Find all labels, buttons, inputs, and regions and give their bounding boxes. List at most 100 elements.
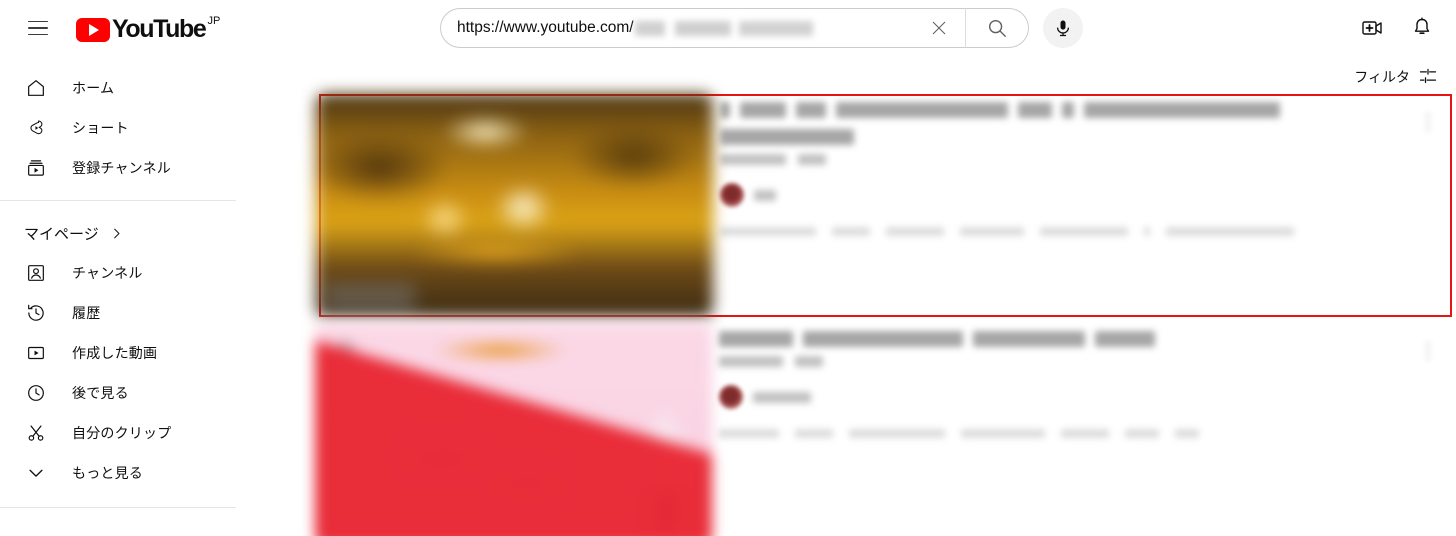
menu-dot <box>1426 120 1430 124</box>
youtube-logo[interactable]: YouTube JP <box>76 15 220 42</box>
search-icon <box>988 19 1006 37</box>
search-area: https://www.youtube.com/ <box>440 8 1083 48</box>
menu-dot <box>1426 349 1430 353</box>
redacted-text <box>1095 331 1155 347</box>
redacted-text <box>886 227 944 236</box>
video-title[interactable] <box>719 331 1450 347</box>
sidebar-item-label: 作成した動画 <box>72 345 158 361</box>
more-vertical-icon[interactable] <box>1414 337 1442 365</box>
more-vertical-icon[interactable] <box>1414 108 1442 136</box>
sidebar-item-home[interactable]: ホーム <box>12 68 224 108</box>
redacted-text <box>719 356 783 367</box>
video-thumbnail[interactable] <box>314 322 713 536</box>
scissors-icon <box>24 421 48 445</box>
search-input-redacted-value <box>634 20 813 36</box>
redacted-text <box>795 356 823 367</box>
sidebar-item-history[interactable]: 履歴 <box>12 293 224 333</box>
hamburger-line <box>28 27 48 29</box>
video-thumbnail[interactable] <box>315 93 714 318</box>
video-stats <box>719 356 1450 367</box>
search-results-panel: フィルタ <box>236 56 1456 536</box>
redacted-text <box>1166 227 1294 236</box>
sidebar-item-watch-later[interactable]: 後で見る <box>12 373 224 413</box>
sidebar-item-label: チャンネル <box>72 265 143 281</box>
sidebar-item-label: もっと見る <box>72 465 143 481</box>
redacted-text <box>720 227 816 236</box>
sidebar-item-label: ホーム <box>72 80 115 96</box>
sidebar-item-shorts[interactable]: ショート <box>12 108 224 148</box>
redacted-text <box>740 102 786 118</box>
sidebar-navigation: ホーム ショート 登録チャンネル マイページ チャンネル 履歴 作成した動画 後… <box>0 56 236 536</box>
avatar <box>719 385 743 409</box>
filter-label: フィルタ <box>1354 69 1410 85</box>
chevron-down-icon <box>24 461 48 485</box>
sidebar-item-subscriptions[interactable]: 登録チャンネル <box>12 148 224 188</box>
redacted-text <box>1144 227 1150 236</box>
sidebar-item-channel[interactable]: チャンネル <box>12 253 224 293</box>
chevron-right-icon <box>109 226 124 241</box>
search-result-item-2[interactable] <box>314 322 1450 536</box>
redacted-text <box>1018 102 1052 118</box>
channel-row[interactable] <box>720 183 1450 207</box>
tune-icon <box>1418 66 1438 89</box>
redacted-text <box>803 331 963 347</box>
history-icon <box>24 301 48 325</box>
sidebar-item-label: 履歴 <box>72 305 101 321</box>
redacted-text <box>753 391 811 403</box>
sidebar-divider-bottom <box>0 507 236 508</box>
filter-row: フィルタ <box>236 62 1456 92</box>
menu-dot <box>1426 127 1430 131</box>
clock-icon <box>24 381 48 405</box>
sidebar-item-label: 登録チャンネル <box>72 160 171 176</box>
search-input[interactable]: https://www.youtube.com/ <box>440 8 965 48</box>
redacted-text <box>1040 227 1128 236</box>
filter-button[interactable]: フィルタ <box>1354 66 1438 89</box>
video-title-line-2[interactable] <box>720 129 1450 145</box>
hamburger-menu-icon[interactable] <box>18 8 58 48</box>
video-title[interactable] <box>720 102 1450 118</box>
redacted-text <box>849 429 945 438</box>
subscriptions-icon <box>24 156 48 180</box>
top-right-actions <box>1352 8 1442 48</box>
video-description <box>719 429 1450 438</box>
avatar <box>720 183 744 207</box>
channel-row[interactable] <box>719 385 1450 409</box>
top-navigation-bar: YouTube JP https://www.youtube.com/ <box>0 0 1456 56</box>
redacted-text <box>1125 429 1159 438</box>
menu-dot <box>1426 113 1430 117</box>
create-video-button[interactable] <box>1352 8 1392 48</box>
redacted-text <box>836 102 1008 118</box>
search-result-item-1[interactable] <box>315 93 1452 318</box>
redacted-text <box>754 189 776 201</box>
video-box-icon <box>24 341 48 365</box>
search-button[interactable] <box>965 8 1029 48</box>
sidebar-item-show-more[interactable]: もっと見る <box>12 453 224 493</box>
shorts-icon <box>24 116 48 140</box>
sidebar-item-label: 自分のクリップ <box>72 425 172 441</box>
voice-search-button[interactable] <box>1043 8 1083 48</box>
sidebar-section-label: マイページ <box>24 225 99 243</box>
redacted-text <box>1062 102 1074 118</box>
sidebar-item-created-videos[interactable]: 作成した動画 <box>12 333 224 373</box>
search-input-value: https://www.youtube.com/ <box>457 19 634 36</box>
redacted-text <box>796 102 826 118</box>
redacted-text <box>719 331 793 347</box>
notifications-button[interactable] <box>1402 8 1442 48</box>
redacted-text <box>961 429 1045 438</box>
menu-dot <box>1426 356 1430 360</box>
redacted-text <box>960 227 1024 236</box>
create-video-icon <box>1362 21 1382 35</box>
video-metadata <box>701 329 1450 536</box>
redacted-text <box>719 429 779 438</box>
sidebar-item-my-clips[interactable]: 自分のクリップ <box>12 413 224 453</box>
video-stats <box>720 154 1450 165</box>
close-icon[interactable] <box>927 16 951 40</box>
redacted-text <box>720 129 854 145</box>
redacted-text <box>832 227 870 236</box>
video-metadata <box>702 100 1450 311</box>
redacted-text <box>798 154 826 165</box>
sidebar-section-header-mypage[interactable]: マイページ <box>0 213 236 253</box>
redacted-text <box>720 102 730 118</box>
results-list <box>236 93 1456 536</box>
youtube-logo-text: YouTube <box>112 14 207 43</box>
